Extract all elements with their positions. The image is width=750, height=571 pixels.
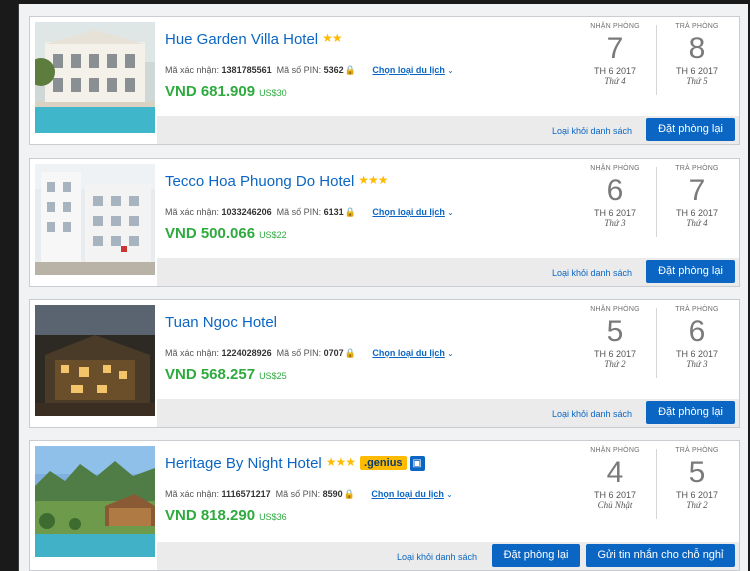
lock-icon: 🔒 xyxy=(344,207,356,217)
lock-icon: 🔒 xyxy=(343,489,355,499)
booking-codes: Mã xác nhận: 1033246206 Mã số PIN: 6131🔒… xyxy=(165,207,454,217)
checkin-date: NHẬN PHÒNG 6 TH 6 2017 Thứ 3 xyxy=(590,165,640,228)
booking-codes: Mã xác nhận: 1224028926 Mã số PIN: 0707🔒… xyxy=(165,348,454,358)
booking-codes: Mã xác nhận: 1381785561 Mã số PIN: 5362🔒… xyxy=(165,65,454,75)
booking-card: Tuan Ngoc Hotel Mã xác nhận: 1224028926 … xyxy=(29,299,740,428)
rebook-button[interactable]: Đặt phòng lại xyxy=(646,401,735,424)
checkout-date: TRẢ PHÒNG 7 TH 6 2017 Thứ 4 xyxy=(675,165,719,228)
booking-card: Hue Garden Villa Hotel ★★ Mã xác nhận: 13… xyxy=(29,16,740,145)
checkout-date: TRẢ PHÒNG 6 TH 6 2017 Thứ 3 xyxy=(675,306,719,369)
price: VND 818.290 US$36 xyxy=(165,507,287,524)
rebook-button[interactable]: Đặt phòng lại xyxy=(646,118,735,141)
hotel-photo[interactable] xyxy=(35,446,155,557)
star-rating: ★★ xyxy=(322,31,342,45)
hotel-photo[interactable] xyxy=(35,164,155,275)
date-divider xyxy=(656,449,657,519)
price: VND 500.066 US$22 xyxy=(165,225,287,242)
hotel-photo[interactable] xyxy=(35,22,155,133)
remove-from-list-link[interactable]: Loại khỏi danh sách xyxy=(552,409,632,419)
checkin-date: NHẬN PHÒNG 7 TH 6 2017 Thứ 4 xyxy=(590,23,640,86)
hotel-photo[interactable] xyxy=(35,305,155,416)
booking-card: Tecco Hoa Phuong Do Hotel ★★★ Mã xác nhận… xyxy=(29,158,740,287)
genius-badge: .genius xyxy=(360,456,407,470)
checkin-date: NHẬN PHÒNG 4 TH 6 2017 Chủ Nhật xyxy=(590,447,640,510)
price: VND 568.257 US$25 xyxy=(165,366,287,383)
chevron-down-icon: ⌄ xyxy=(444,66,454,75)
hotel-name[interactable]: Tecco Hoa Phuong Do Hotel ★★★ xyxy=(165,173,389,190)
gift-icon: ▣ xyxy=(409,456,425,471)
rebook-button[interactable]: Đặt phòng lại xyxy=(492,544,580,567)
price: VND 681.909 US$30 xyxy=(165,83,287,100)
choose-trip-type-link[interactable]: Chọn loại du lịch xyxy=(372,348,445,358)
checkout-date: TRẢ PHÒNG 5 TH 6 2017 Thứ 2 xyxy=(675,447,719,510)
choose-trip-type-link[interactable]: Chọn loại du lịch xyxy=(371,489,444,499)
star-rating: ★★★ xyxy=(358,173,388,187)
booking-list-panel: Hue Garden Villa Hotel ★★ Mã xác nhận: 13… xyxy=(18,4,748,571)
remove-from-list-link[interactable]: Loại khỏi danh sách xyxy=(552,268,632,278)
booking-card: Heritage By Night Hotel ★★★ .genius ▣ Mã xá… xyxy=(29,440,740,571)
choose-trip-type-link[interactable]: Chọn loại du lịch xyxy=(372,65,445,75)
remove-from-list-link[interactable]: Loại khỏi danh sách xyxy=(552,126,632,136)
hotel-name[interactable]: Heritage By Night Hotel ★★★ .genius ▣ xyxy=(165,455,425,472)
chevron-down-icon: ⌄ xyxy=(443,490,453,499)
hotel-name[interactable]: Hue Garden Villa Hotel ★★ xyxy=(165,31,343,48)
message-property-button[interactable]: Gửi tin nhắn cho chỗ nghỉ xyxy=(586,544,735,567)
date-divider xyxy=(656,25,657,95)
checkout-date: TRẢ PHÒNG 8 TH 6 2017 Thứ 5 xyxy=(675,23,719,86)
checkin-date: NHẬN PHÒNG 5 TH 6 2017 Thứ 2 xyxy=(590,306,640,369)
lock-icon: 🔒 xyxy=(344,65,356,75)
date-divider xyxy=(656,167,657,237)
hotel-name[interactable]: Tuan Ngoc Hotel xyxy=(165,314,277,331)
booking-codes: Mã xác nhận: 1116571217 Mã số PIN: 8590🔒… xyxy=(165,489,453,499)
chevron-down-icon: ⌄ xyxy=(444,349,454,358)
chevron-down-icon: ⌄ xyxy=(444,208,454,217)
choose-trip-type-link[interactable]: Chọn loại du lịch xyxy=(372,207,445,217)
date-divider xyxy=(656,308,657,378)
star-rating: ★★★ xyxy=(325,455,356,469)
lock-icon: 🔒 xyxy=(344,348,356,358)
rebook-button[interactable]: Đặt phòng lại xyxy=(646,260,735,283)
remove-from-list-link[interactable]: Loại khỏi danh sách xyxy=(397,552,477,562)
